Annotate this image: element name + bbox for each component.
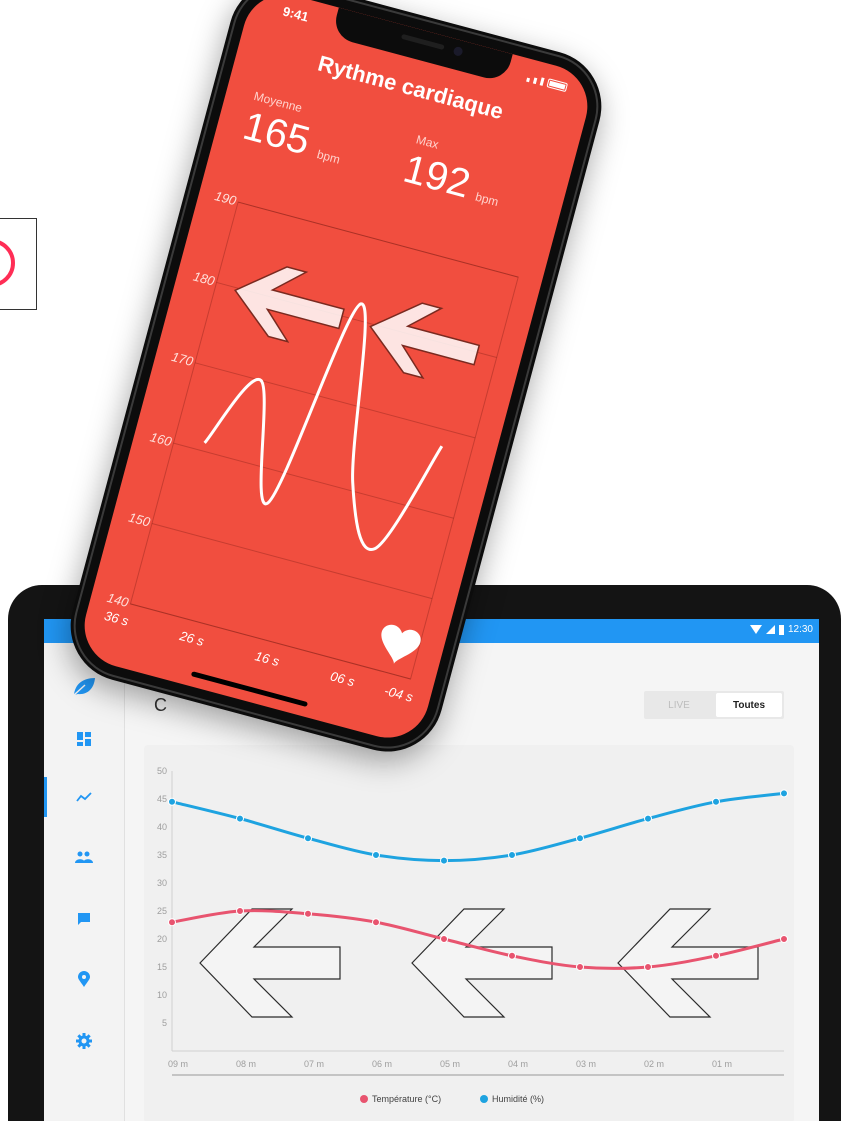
x-tick-label: 01 m bbox=[712, 1059, 732, 1069]
data-point bbox=[780, 789, 788, 798]
y-tick-label: 140 bbox=[105, 590, 131, 610]
y-tick-label: 15 bbox=[157, 962, 167, 972]
x-tick-label: 06 m bbox=[372, 1059, 392, 1069]
x-tick-label: 16 s bbox=[253, 648, 281, 669]
chat-icon[interactable] bbox=[70, 905, 98, 933]
data-point bbox=[304, 909, 312, 918]
legend-label: Humidité (%) bbox=[492, 1094, 544, 1104]
data-point bbox=[372, 918, 380, 927]
grid-line bbox=[173, 442, 454, 519]
cropped-frame bbox=[0, 218, 37, 310]
y-tick-label: 5 bbox=[162, 1018, 167, 1028]
y-tick-label: 10 bbox=[157, 990, 167, 1000]
x-tick-label: 07 m bbox=[304, 1059, 324, 1069]
data-point bbox=[440, 856, 448, 865]
time-range-toggle: LIVE Toutes bbox=[644, 691, 784, 719]
chart-line-icon[interactable] bbox=[70, 783, 98, 811]
left-arrow-shape bbox=[234, 266, 345, 343]
data-point bbox=[236, 814, 244, 823]
x-tick-label: 26 s bbox=[177, 628, 206, 649]
toggle-all-button[interactable]: Toutes bbox=[716, 693, 782, 717]
left-arrow-shape bbox=[369, 302, 481, 380]
data-point bbox=[440, 935, 448, 943]
x-tick-label: 03 m bbox=[576, 1059, 596, 1069]
page-title: C bbox=[154, 695, 167, 715]
data-point bbox=[168, 797, 176, 806]
y-tick-label: 20 bbox=[157, 934, 167, 944]
leaf-icon[interactable] bbox=[70, 673, 98, 701]
tablet-line-chart: 50 45 40 35 30 25 20 15 10 5 09 m 08 m 07 m 06 m 05 m 0… bbox=[157, 766, 788, 1104]
sidebar-active-indicator bbox=[44, 777, 47, 817]
y-tick-label: 50 bbox=[157, 766, 167, 776]
x-tick-label: 02 m bbox=[644, 1059, 664, 1069]
x-tick-label: -04 s bbox=[383, 683, 415, 705]
data-point bbox=[168, 918, 176, 927]
red-ring-shape bbox=[0, 239, 15, 287]
signal-icon bbox=[765, 625, 775, 634]
chart-card: 50 45 40 35 30 25 20 15 10 5 09 m 08 m 07 m 06 m 05 m 0… bbox=[144, 745, 794, 1121]
dashboard-icon[interactable] bbox=[70, 725, 98, 753]
grid-line bbox=[237, 201, 519, 278]
left-arrow-shape bbox=[199, 908, 341, 1018]
data-point bbox=[644, 814, 652, 823]
people-icon[interactable] bbox=[70, 843, 98, 871]
legend: Température (°C) Humidité (%) bbox=[360, 1094, 544, 1104]
status-time: 12:30 bbox=[787, 624, 813, 635]
grid-line bbox=[130, 603, 411, 680]
x-tick-label: 06 s bbox=[329, 668, 357, 689]
location-pin-icon[interactable] bbox=[70, 965, 98, 993]
data-point bbox=[236, 907, 244, 915]
y-tick-label: 160 bbox=[148, 429, 174, 449]
x-tick-label: 08 m bbox=[236, 1059, 256, 1069]
data-point bbox=[712, 797, 720, 806]
data-point bbox=[644, 963, 652, 971]
data-point bbox=[372, 851, 380, 859]
y-tick-label: 30 bbox=[157, 878, 167, 888]
data-point bbox=[508, 851, 516, 859]
data-point bbox=[304, 834, 312, 843]
sidebar bbox=[44, 643, 125, 1121]
settings-icon[interactable] bbox=[70, 1027, 98, 1055]
data-point bbox=[576, 963, 584, 971]
y-tick-label: 190 bbox=[213, 188, 239, 208]
legend-swatch bbox=[480, 1095, 488, 1103]
data-point bbox=[780, 935, 788, 943]
y-tick-label: 180 bbox=[192, 268, 218, 288]
x-tick-label: 05 m bbox=[440, 1059, 460, 1069]
toggle-live-button[interactable]: LIVE bbox=[644, 691, 714, 719]
y-tick-label: 170 bbox=[170, 349, 196, 369]
y-tick-label: 45 bbox=[157, 794, 167, 804]
x-tick-label: 04 m bbox=[508, 1059, 528, 1069]
left-arrow-shape bbox=[617, 908, 759, 1018]
data-point bbox=[508, 951, 516, 960]
legend-label: Température (°C) bbox=[372, 1094, 441, 1104]
data-point bbox=[712, 951, 720, 960]
x-tick-label: 09 m bbox=[168, 1059, 188, 1069]
x-tick-label: 36 s bbox=[103, 608, 131, 629]
series-line bbox=[171, 791, 785, 863]
y-tick-label: 35 bbox=[157, 850, 167, 860]
left-arrow-shape bbox=[411, 908, 553, 1018]
battery-icon bbox=[778, 624, 784, 635]
data-point bbox=[576, 834, 584, 843]
y-tick-label: 40 bbox=[157, 822, 167, 832]
y-tick-label: 25 bbox=[157, 906, 167, 916]
phone-arrow-overlays bbox=[234, 266, 481, 380]
legend-swatch bbox=[360, 1095, 368, 1103]
y-tick-label: 150 bbox=[127, 510, 153, 530]
wifi-icon bbox=[749, 625, 762, 634]
heart-icon bbox=[381, 624, 421, 665]
